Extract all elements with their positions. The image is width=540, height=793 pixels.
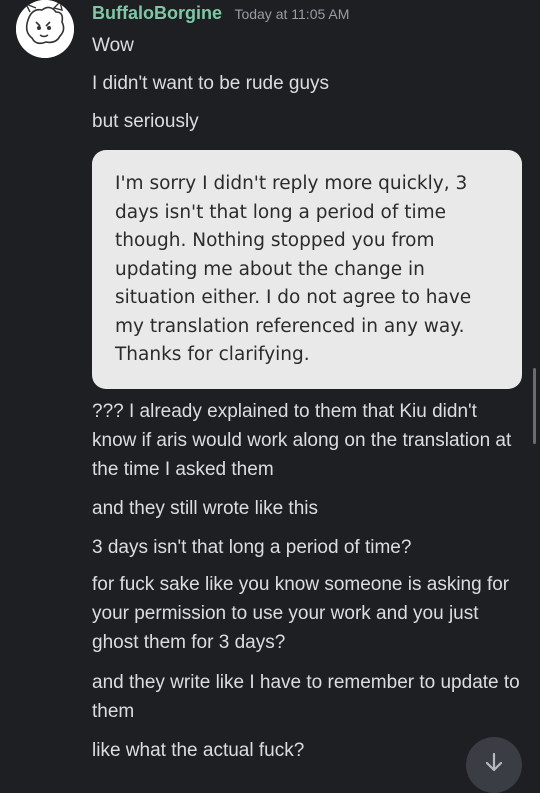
- arrow-down-icon: [485, 752, 503, 772]
- message-line: I didn't want to be rude guys: [92, 73, 330, 94]
- quoted-screenshot-text: I'm sorry I didn't reply more quickly, 3…: [115, 173, 472, 365]
- message-line: and they write like I have to remember t…: [92, 672, 520, 722]
- avatar-drawing-icon: [16, 0, 74, 58]
- message-line: and they still wrote like this: [92, 498, 318, 519]
- message-line: ??? I already explained to them that Kiu…: [92, 401, 512, 480]
- message-line: for fuck sake like you know someone is a…: [92, 574, 510, 653]
- username[interactable]: BuffaloBorgine: [92, 3, 222, 23]
- quoted-screenshot[interactable]: I'm sorry I didn't reply more quickly, 3…: [92, 150, 522, 389]
- message-timestamp: Today at 11:05 AM: [234, 6, 350, 22]
- message-line: 3 days isn't that long a period of time?: [92, 537, 412, 558]
- message-line: like what the actual fuck?: [92, 740, 305, 761]
- message-header: BuffaloBorgine Today at 11:05 AM: [92, 3, 349, 27]
- jump-to-present-button[interactable]: [466, 737, 522, 793]
- message-line: Wow: [92, 35, 134, 56]
- avatar[interactable]: [16, 0, 74, 58]
- message-line: but seriously: [92, 111, 199, 132]
- scrollbar-thumb[interactable]: [533, 368, 536, 444]
